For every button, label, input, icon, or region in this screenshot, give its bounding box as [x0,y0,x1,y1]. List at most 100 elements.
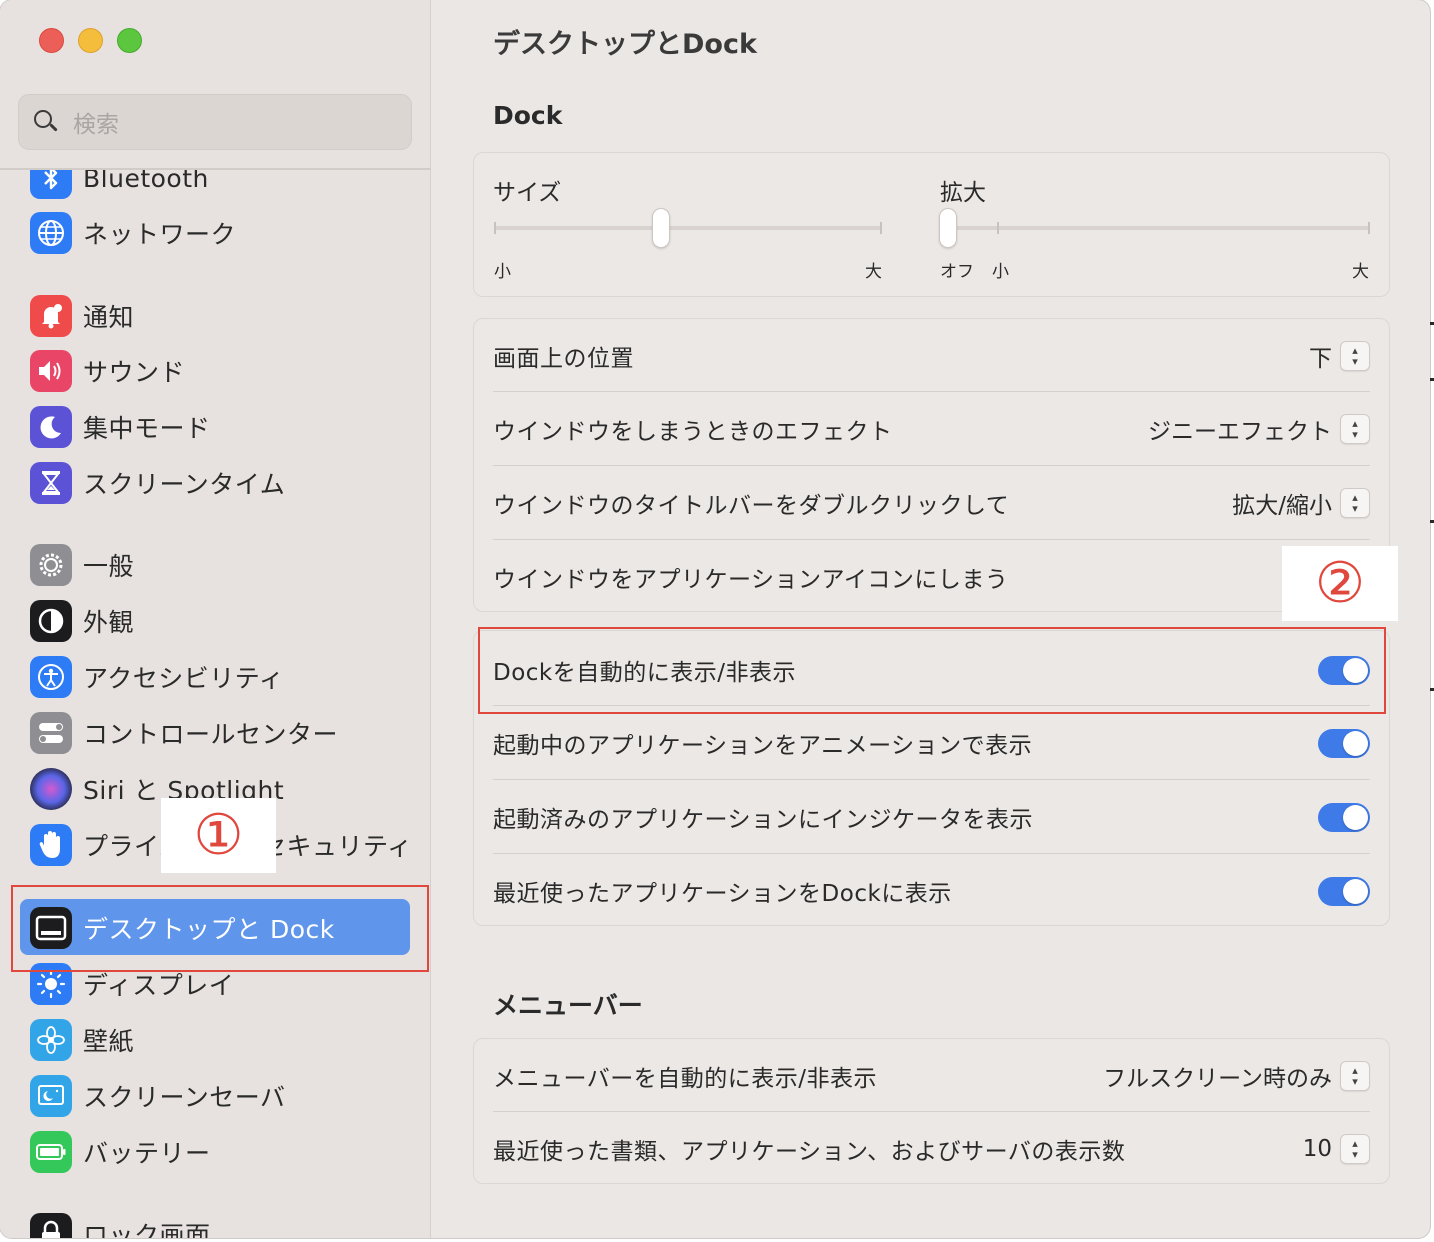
recent-items-label: 最近使った書類、アプリケーション、およびサーバの表示数 [493,1139,1126,1165]
page-title: デスクトップとDock [493,29,757,60]
edge-mark [1430,688,1434,691]
position-popup[interactable]: 下 ▴ ▾ [1309,339,1370,373]
size-slider-track[interactable] [494,226,882,230]
animate-opening-toggle[interactable] [1318,728,1370,758]
siri-icon [30,768,72,810]
minimize-button[interactable] [78,28,103,53]
settings-window: 検索 Bluetooth ネットワーク 通知 サウンド 集中モード スクリーンタ… [0,0,1430,1238]
dock-section-title: Dock [493,101,563,130]
sidebar-item-control-center[interactable]: コントロールセンター [30,711,338,755]
size-slider-label: サイズ [493,180,562,206]
bell-icon [30,295,72,337]
magnification-slider-tick-max [1368,222,1370,234]
annotation-box-1 [11,885,429,972]
search-icon [33,109,59,135]
annotation-box-2 [478,627,1386,714]
recent-items-popup[interactable]: 10 ▴ ▾ [1303,1134,1370,1164]
edge-mark [1430,520,1434,523]
menubar-group: メニューバーを自動的に表示/非表示 フルスクリーン時のみ ▴ ▾ 最近使った書類、… [473,1038,1390,1184]
sidebar-item-sound[interactable]: サウンド [30,349,185,393]
minimize-effect-popup[interactable]: ジニーエフェクト ▴ ▾ [1148,412,1370,446]
size-slider-tick-max [880,222,882,234]
bluetooth-icon [30,170,72,199]
recent-items-row: 最近使った書類、アプリケーション、およびサーバの表示数 10 ▴ ▾ [493,1112,1370,1186]
menubar-section-title: メニューバー [493,991,643,1020]
menubar-auto-hide-popup[interactable]: フルスクリーン時のみ ▴ ▾ [1103,1059,1370,1093]
animate-opening-label: 起動中のアプリケーションをアニメーションで表示 [493,733,1033,759]
menubar-auto-hide-value: フルスクリーン時のみ [1103,1066,1332,1092]
magnification-max-label: 大 [1352,262,1369,282]
size-slider-tick-min [494,222,496,234]
moon-icon [30,406,72,448]
minimize-effect-value: ジニーエフェクト [1148,419,1332,445]
annotation-marker-2: ② [1282,546,1398,621]
sidebar: 検索 Bluetooth ネットワーク 通知 サウンド 集中モード スクリーンタ… [0,0,431,1238]
sidebar-item-general[interactable]: 一般 [30,543,134,587]
magnification-slider-track[interactable] [940,226,1370,230]
edge-mark [1430,322,1434,325]
sidebar-item-network[interactable]: ネットワーク [30,211,236,255]
chevron-updown-icon: ▴ ▾ [1340,488,1370,518]
show-recent-toggle[interactable] [1318,876,1370,906]
size-slider-max-label: 大 [865,262,882,282]
position-row: 画面上の位置 下 ▴ ▾ [493,319,1370,393]
titlebar-double-click-value: 拡大/縮小 [1232,493,1332,519]
size-slider-min-label: 小 [494,262,511,282]
chevron-updown-icon: ▴ ▾ [1340,341,1370,371]
show-indicators-toggle[interactable] [1318,802,1370,832]
position-label: 画面上の位置 [493,346,634,372]
sidebar-list: Bluetooth ネットワーク 通知 サウンド 集中モード スクリーンタイム … [0,170,431,1238]
magnification-slider-label: 拡大 [940,180,986,206]
size-slider-thumb[interactable] [651,208,670,248]
sidebar-item-notifications[interactable]: 通知 [30,294,134,338]
sidebar-item-wallpaper[interactable]: 壁紙 [30,1018,134,1062]
edge-mark [1430,378,1434,381]
show-recent-row: 最近使ったアプリケーションをDockに表示 [493,854,1370,928]
show-indicators-row: 起動済みのアプリケーションにインジケータを表示 [493,780,1370,854]
appearance-icon [30,600,72,642]
show-indicators-label: 起動済みのアプリケーションにインジケータを表示 [493,807,1034,833]
menubar-auto-hide-row: メニューバーを自動的に表示/非表示 フルスクリーン時のみ ▴ ▾ [493,1039,1370,1113]
magnification-off-label: オフ [940,262,974,282]
minimize-into-icon-row: ウインドウをアプリケーションアイコンにしまう [493,540,1370,614]
flower-icon [30,1019,72,1061]
sidebar-item-screen-saver[interactable]: スクリーンセーバ [30,1074,286,1118]
sidebar-item-accessibility[interactable]: アクセシビリティ [30,655,284,699]
screensaver-icon [30,1075,72,1117]
position-value: 下 [1309,346,1332,372]
menubar-auto-hide-label: メニューバーを自動的に表示/非表示 [493,1066,878,1092]
sidebar-item-screen-time[interactable]: スクリーンタイム [30,461,285,505]
magnification-slider-tick-min [997,222,999,234]
recent-items-value: 10 [1302,1136,1332,1162]
sidebar-item-battery[interactable]: バッテリー [30,1130,211,1174]
show-recent-label: 最近使ったアプリケーションをDockに表示 [493,881,952,907]
chevron-updown-icon: ▴ ▾ [1340,414,1370,444]
dock-size-group: サイズ 小 大 拡大 オフ 小 大 [473,152,1390,297]
magnification-slider-thumb[interactable] [939,208,957,248]
titlebar-double-click-label: ウインドウのタイトルバーをダブルクリックして [493,493,1010,519]
search-field[interactable]: 検索 [18,94,412,150]
control-center-icon [30,712,72,754]
sidebar-item-lock-screen[interactable]: ロック画面 [30,1212,211,1238]
gear-icon [30,544,72,586]
close-button[interactable] [39,28,64,53]
titlebar-double-click-popup[interactable]: 拡大/縮小 ▴ ▾ [1232,486,1370,520]
sidebar-item-focus[interactable]: 集中モード [30,405,211,449]
speaker-icon [30,350,72,392]
animate-opening-row: 起動中のアプリケーションをアニメーションで表示 [493,706,1370,780]
main-pane: デスクトップとDock Dock サイズ 小 大 拡大 オフ 小 大 画面上の位… [432,0,1430,1238]
sidebar-item-bluetooth[interactable]: Bluetooth [30,170,209,200]
dock-behavior-group: 画面上の位置 下 ▴ ▾ ウインドウをしまうときのエフェクト ジニーエフェクト ▴… [473,318,1390,612]
window-controls [39,28,142,53]
titlebar-double-click-row: ウインドウのタイトルバーをダブルクリックして 拡大/縮小 ▴ ▾ [493,466,1370,540]
zoom-button[interactable] [117,28,142,53]
battery-icon [30,1131,72,1173]
minimize-effect-label: ウインドウをしまうときのエフェクト [493,419,893,445]
lock-icon [30,1213,72,1238]
magnification-min-label: 小 [992,262,1009,282]
hourglass-icon [30,462,72,504]
sidebar-item-appearance[interactable]: 外観 [30,599,134,643]
annotation-marker-1: ① [161,798,276,873]
globe-icon [30,212,72,254]
hand-icon [30,824,72,866]
